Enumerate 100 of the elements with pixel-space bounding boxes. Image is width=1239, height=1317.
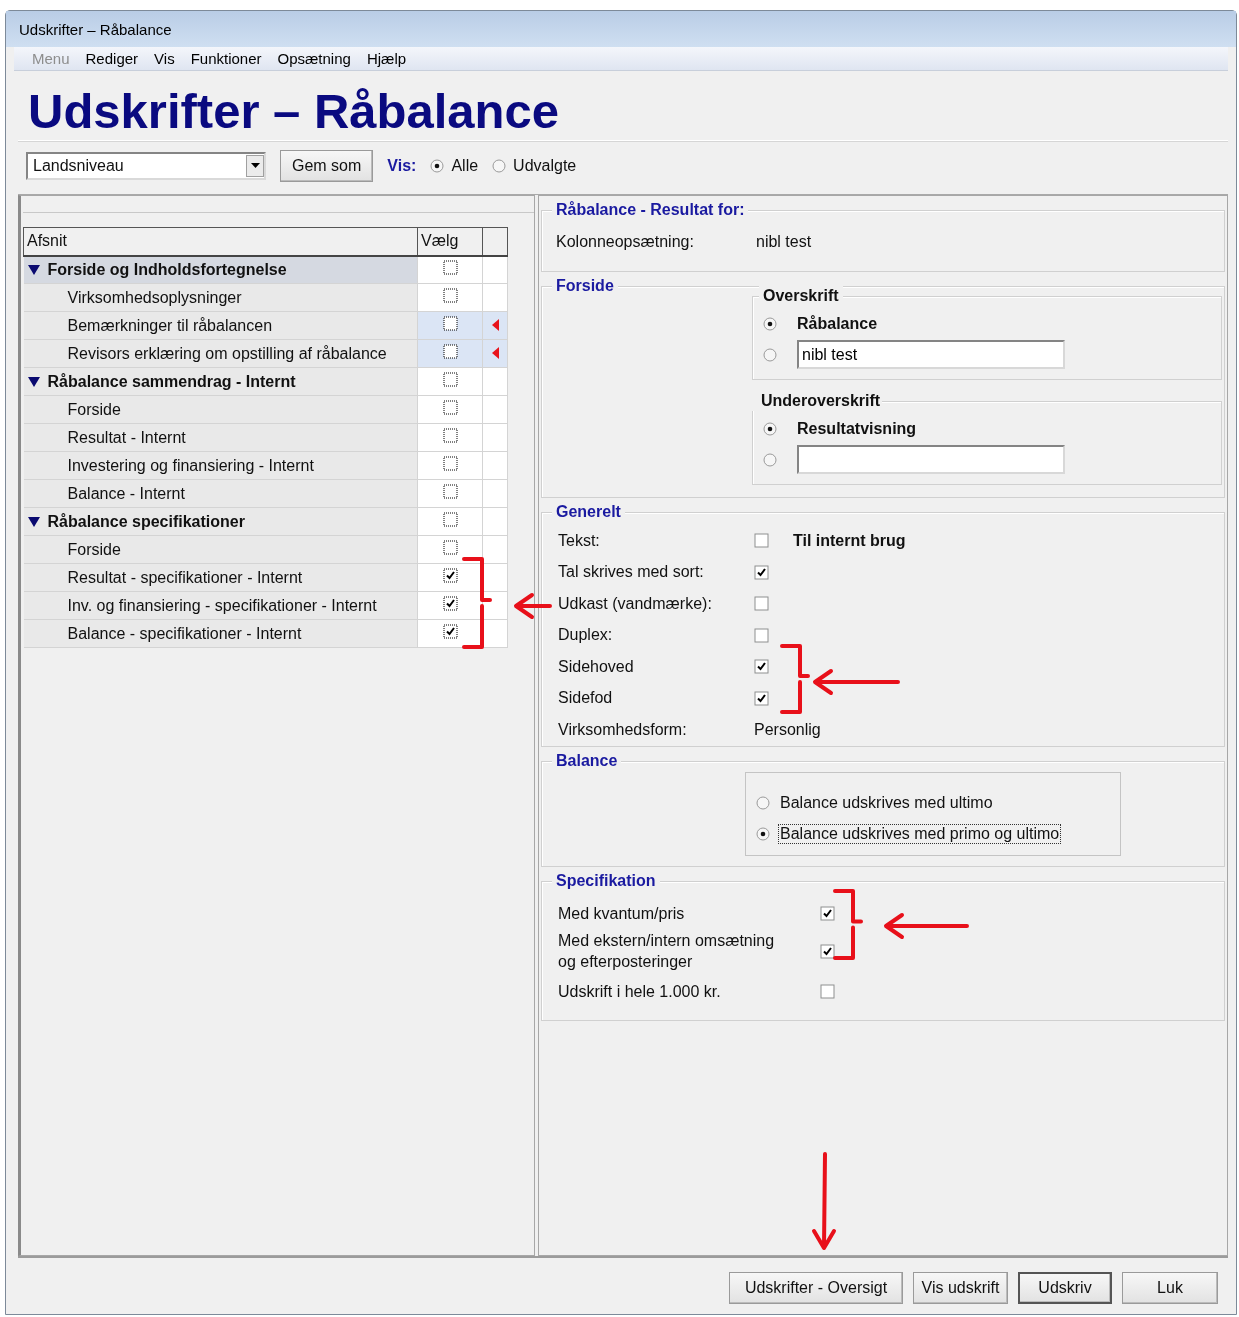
table-cell[interactable]: Råbalance specifikationer [23, 507, 418, 536]
option-label: Tekst: [558, 531, 601, 550]
expand-icon[interactable] [27, 515, 40, 528]
input-field[interactable] [797, 445, 1065, 474]
table-cell[interactable]: Resultat - Internt [23, 423, 418, 452]
radio-label: Balance udskrives med primo og ultimo [778, 823, 1062, 844]
checkbox[interactable] [442, 540, 458, 555]
option-label: Duplex: [558, 626, 614, 645]
checkbox[interactable] [754, 533, 769, 549]
option-note: Til internt brug [793, 531, 906, 550]
input-field[interactable]: nibl test [797, 340, 1065, 369]
field-value: nibl test [756, 233, 812, 251]
option-label: Med kvantum/pris [558, 903, 686, 924]
section-label: Revisors erklæring om opstilling af råbalance [66, 344, 387, 363]
section-label: Forside [66, 540, 121, 559]
checkbox[interactable] [442, 484, 458, 499]
checkbox[interactable] [442, 624, 458, 639]
table-cell[interactable]: Forside og Indholdsfortegnelse [23, 255, 418, 284]
section-label: Inv. og finansiering - specifikationer - Internt [66, 596, 377, 615]
menu-item[interactable]: Hjælp [358, 50, 415, 67]
checkbox[interactable] [442, 400, 458, 415]
checkbox[interactable] [442, 288, 458, 303]
checkbox[interactable] [754, 659, 769, 675]
column-header[interactable]: Vælg [417, 227, 483, 256]
menu-item[interactable]: Rediger [77, 50, 147, 67]
section-label: Balance - specifikationer - Internt [66, 624, 302, 643]
option-label: Råbalance [797, 314, 878, 333]
table-cell[interactable]: Balance - Internt [23, 479, 418, 508]
table-cell[interactable]: Virksomhedsoplysninger [23, 283, 418, 312]
expand-icon[interactable] [27, 263, 40, 276]
radio-label: Balance udskrives med ultimo [779, 792, 994, 813]
field-label: Kolonneopsætning: [556, 233, 695, 251]
table-cell[interactable]: Forside [23, 535, 418, 564]
section-label: Råbalance sammendrag - Internt [47, 372, 296, 391]
window-title: Udskrifter – Råbalance [19, 21, 172, 38]
column-header[interactable]: Afsnit [23, 227, 418, 256]
section-label: Balance - Internt [66, 484, 185, 503]
checkbox[interactable] [442, 596, 458, 611]
section-label: Virksomhedsoplysninger [66, 288, 242, 307]
checkbox[interactable] [754, 596, 769, 612]
level-dropdown[interactable]: Landsniveau [26, 151, 266, 180]
checkbox[interactable] [754, 690, 769, 706]
checkbox[interactable] [442, 456, 458, 471]
annotation-arrow [514, 593, 552, 619]
checkbox[interactable] [754, 564, 769, 580]
checkbox[interactable] [442, 512, 458, 527]
table-cell[interactable]: Råbalance sammendrag - Internt [23, 367, 418, 396]
radio-label: Alle [451, 156, 479, 175]
section-label: Resultat - specifikationer - Internt [66, 568, 303, 587]
radio-button[interactable] [756, 826, 770, 841]
checkbox[interactable] [754, 627, 769, 643]
radio-button[interactable] [492, 158, 507, 173]
annotation-bracket [780, 644, 810, 714]
checkbox[interactable] [442, 260, 458, 276]
radio-button[interactable] [430, 158, 445, 173]
radio-button[interactable] [763, 452, 777, 467]
radio-button[interactable] [763, 347, 777, 362]
section-label: Investering og finansiering - Internt [66, 456, 314, 475]
group-title: Specifikation [552, 871, 660, 891]
menu-item[interactable]: Funktioner [182, 50, 270, 67]
option-label: Med ekstern/intern omsætning og efterposteringer [558, 931, 776, 972]
option-label: Sidehoved [558, 657, 635, 676]
table-cell[interactable]: Bemærkninger til råbalancen [23, 311, 418, 340]
radio-button[interactable] [763, 316, 777, 331]
checkbox[interactable] [820, 983, 835, 999]
table-cell[interactable]: Investering og finansiering - Internt [23, 451, 418, 480]
option-label: Tal skrives med sort: [558, 563, 705, 582]
table-cell[interactable]: Inv. og finansiering - specifikationer - Internt [23, 591, 418, 620]
page-heading: Udskrifter – Råbalance [28, 83, 560, 139]
menu-item[interactable]: Vis [146, 50, 183, 67]
checkbox[interactable] [820, 943, 835, 959]
dialog-button[interactable]: Luk [1122, 1272, 1218, 1304]
field-value: Personlig [754, 721, 821, 739]
checkbox[interactable] [442, 316, 458, 331]
dialog-button[interactable]: Udskriv [1018, 1272, 1112, 1304]
checkbox[interactable] [442, 372, 458, 387]
option-label: Udskrift i hele 1.000 kr. [558, 981, 722, 1002]
checkbox[interactable] [442, 428, 458, 443]
checkbox[interactable] [442, 568, 458, 583]
checkbox[interactable] [442, 344, 458, 359]
table-cell[interactable]: Balance - specifikationer - Internt [23, 619, 418, 648]
field-label: Virksomhedsform: [558, 721, 688, 739]
table-cell[interactable]: Revisors erklæring om opstilling af råbalance [23, 339, 418, 368]
option-label: Resultatvisning [797, 419, 917, 438]
section-label: Bemærkninger til råbalancen [66, 316, 273, 335]
annotation-bracket [833, 889, 863, 960]
expand-icon[interactable] [27, 375, 40, 388]
column-header [482, 227, 508, 256]
radio-button[interactable] [756, 795, 770, 810]
option-label: Udkast (vandmærke): [558, 594, 713, 613]
radio-label: Udvalgte [513, 156, 577, 175]
checkbox[interactable] [820, 905, 835, 921]
dialog-button[interactable]: Udskrifter - Oversigt [729, 1272, 903, 1304]
table-cell[interactable]: Forside [23, 395, 418, 424]
table-cell[interactable]: Resultat - specifikationer - Internt [23, 563, 418, 592]
menu-item[interactable]: Opsætning [269, 50, 359, 67]
radio-button[interactable] [763, 421, 777, 436]
group-title: Underoverskrift [751, 391, 883, 411]
dialog-button[interactable]: Vis udskrift [913, 1272, 1008, 1304]
save-as-button[interactable]: Gem som [280, 149, 374, 182]
